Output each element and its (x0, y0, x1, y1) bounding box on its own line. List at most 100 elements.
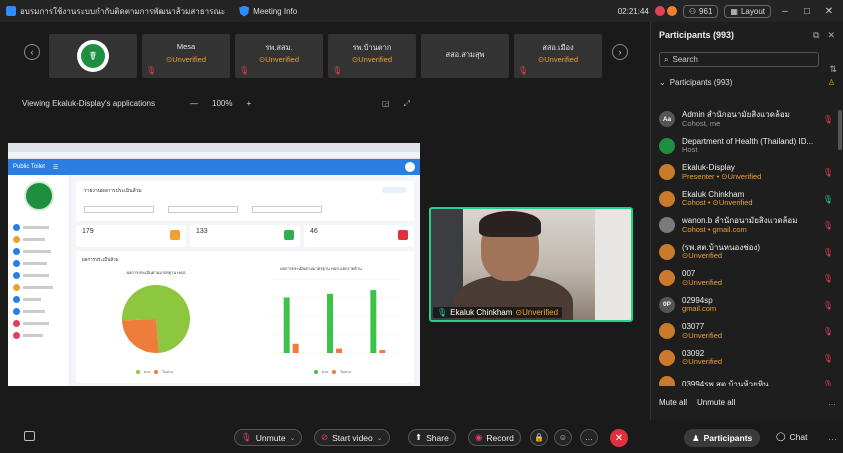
participant-row[interactable]: 007 ⊙Unverified 🎙 (651, 265, 837, 292)
mic-muted-icon: 🎙 (822, 300, 833, 310)
start-video-label: Start video (332, 432, 373, 443)
chevron-down-icon: ⌄ (289, 434, 296, 442)
strip-prev-button[interactable]: ‹ (24, 44, 40, 60)
participant-row[interactable]: wanon.b สำนักอนามัยสิ่งแวดล้อม Cohost • g… (651, 212, 837, 239)
start-video-button[interactable]: ⊘ Start video ⌄ (314, 429, 390, 446)
participant-row[interactable]: Ekaluk Chinkham Cohost • ⊙Unverified 🎙 (651, 186, 837, 213)
menu-text-placeholder (23, 333, 43, 337)
toolbar-more-icon[interactable]: … (828, 432, 837, 442)
participant-role: ⊙Unverified (682, 277, 723, 287)
search-icon: ⌕ (664, 54, 669, 64)
thumb-status: ⊙Unverified (537, 55, 579, 64)
side-menu-item (8, 245, 69, 257)
participant-row[interactable]: 0P 02994sp gmail.com 🎙 (651, 292, 837, 319)
thumb-participant-2[interactable]: รพ.สสม. ⊙Unverified 🎙 (235, 34, 323, 78)
reactions-button[interactable]: ☺ (554, 429, 572, 446)
layout-button[interactable]: ▦ Layout (724, 4, 771, 18)
participant-row[interactable]: 03077 ⊙Unverified 🎙 (651, 318, 837, 345)
kpi-value: 133 (196, 228, 208, 235)
video-name: Ekaluk Chinkham (450, 308, 513, 317)
participant-row[interactable]: Aa Admin สำนักอนามัยสิ่งแวดล้อม Cohost, me… (651, 106, 837, 133)
live-dot-icon (666, 6, 677, 16)
minimize-button[interactable]: – (777, 6, 793, 17)
fullscreen-icon[interactable]: ⤢ (404, 99, 410, 109)
mic-muted-icon: 🎙 (822, 274, 833, 283)
participant-avatar (659, 164, 675, 181)
meeting-info-button[interactable]: Meeting Info (239, 5, 297, 17)
bar (379, 350, 386, 353)
chevron-down-icon: ⌄ (659, 77, 666, 87)
thumb-logo[interactable]: ☤ (49, 34, 137, 78)
participant-row[interactable]: 03994รพ.สต.บ้านห้วยหิน 🎙 (651, 371, 837, 386)
shared-screen[interactable]: Public Toilet ☰ รายงานผลการประเมินส้วม 1… (8, 143, 420, 386)
participant-role-line: Presenter • ⊙Unverified (682, 172, 822, 182)
legend-label: ผ่าน (322, 370, 329, 374)
person-hair (479, 211, 541, 237)
thumb-participant-4[interactable]: สสอ.สามสุพ (421, 34, 509, 78)
thumb-participant-1[interactable]: Mesa ⊙Unverified 🎙 (142, 34, 230, 78)
participants-button[interactable]: ♟ Participants (684, 429, 761, 447)
participant-name: Department of Health (Thailand) ID... (682, 136, 814, 146)
kpi-toilet-icon (170, 230, 180, 240)
unmute-all-button[interactable]: Unmute all (697, 398, 735, 407)
viewer-count-badge[interactable]: ⚇ 961 (682, 4, 719, 18)
legend-swatch (154, 370, 159, 374)
sort-icon[interactable]: ⇅ (829, 64, 837, 75)
participant-role: ⊙Unverified (682, 251, 723, 261)
mic-muted-icon: 🎙 (822, 115, 833, 124)
thumb-participant-5[interactable]: สสอ.เมือง ⊙Unverified 🎙 (514, 34, 602, 78)
more-button[interactable]: … (580, 429, 598, 446)
legend-label: ผ่าน (144, 370, 151, 374)
lock-button[interactable]: 🔒 (530, 429, 548, 446)
kpi-cross-icon (398, 230, 408, 240)
bar-chart-title: ผลการประเมินตามมาตรฐาน HAS แยกรายด้าน (280, 266, 362, 271)
participant-avatar (659, 190, 675, 207)
share-button[interactable]: ⬆ Share (408, 429, 456, 446)
participant-role-line: ⊙Unverified (682, 251, 822, 261)
more-options-icon[interactable]: … (828, 398, 836, 407)
maximize-button[interactable]: □ (799, 6, 815, 17)
side-menu-item (8, 281, 69, 293)
participant-avatar (659, 243, 675, 260)
scrollbar-thumb[interactable] (838, 110, 842, 150)
strip-next-button[interactable]: › (612, 44, 628, 60)
close-window-button[interactable]: ✕ (821, 6, 837, 17)
view-options-icon[interactable]: ◲ (382, 99, 390, 109)
menu-dot-icon (13, 319, 20, 327)
thumb-participant-3[interactable]: รพ.บ้านตาก ⊙Unverified 🎙 (328, 34, 416, 78)
participant-row[interactable]: (รพ.สต.บ้านหนองช่อง) ⊙Unverified 🎙 (651, 239, 837, 266)
bar (283, 297, 290, 353)
people-icon: ♟ (692, 432, 700, 443)
participant-role: gmail.com (682, 304, 717, 314)
mute-all-button[interactable]: Mute all (659, 398, 687, 407)
participants-scrollbar[interactable] (837, 106, 843, 386)
menu-dot-icon (13, 223, 20, 231)
participant-info: 007 ⊙Unverified (682, 269, 822, 287)
participant-row[interactable]: 03092 ⊙Unverified 🎙 (651, 345, 837, 372)
end-meeting-button[interactable]: ✕ (610, 429, 628, 447)
recording-indicators (654, 6, 677, 16)
active-speaker-video[interactable]: 🎙 Ekaluk Chinkham ⊙Unverified (429, 207, 633, 322)
zoom-out-button[interactable]: — (190, 99, 198, 108)
zoom-in-button[interactable]: + (246, 99, 251, 108)
participants-group-header[interactable]: ⌄ Participants (993) ♙ (651, 75, 843, 89)
menu-dot-icon (13, 307, 20, 315)
filter-select-1 (84, 206, 154, 213)
record-button[interactable]: ◉ Record (468, 429, 521, 446)
participant-role-line: ⊙Unverified (682, 277, 822, 288)
close-panel-icon[interactable]: ✕ (827, 30, 835, 41)
participant-role: ⊙Unverified (682, 330, 723, 340)
participant-info: 03994รพ.สต.บ้านห้วยหิน (682, 380, 822, 386)
chat-button[interactable]: ◯ Chat (776, 431, 807, 442)
participant-info: 03077 ⊙Unverified (682, 322, 822, 340)
popout-icon[interactable]: ⧉ (813, 30, 819, 41)
participant-avatar (659, 137, 675, 154)
menu-text-placeholder (23, 273, 49, 277)
thumb-status: ⊙Unverified (258, 55, 300, 64)
unmute-button[interactable]: 🎙 Unmute ⌄ (234, 429, 303, 446)
search-input[interactable]: ⌕ Search (659, 52, 819, 67)
caption-icon[interactable] (24, 431, 35, 441)
participant-row[interactable]: Department of Health (Thailand) ID... Hos… (651, 133, 837, 160)
participant-row[interactable]: Ekaluk-Display Presenter • ⊙Unverified 🎙 (651, 159, 837, 186)
charts-panel: ผลการประเมินส้วม ผลการประเมินตามมาตรฐาน … (76, 251, 414, 383)
